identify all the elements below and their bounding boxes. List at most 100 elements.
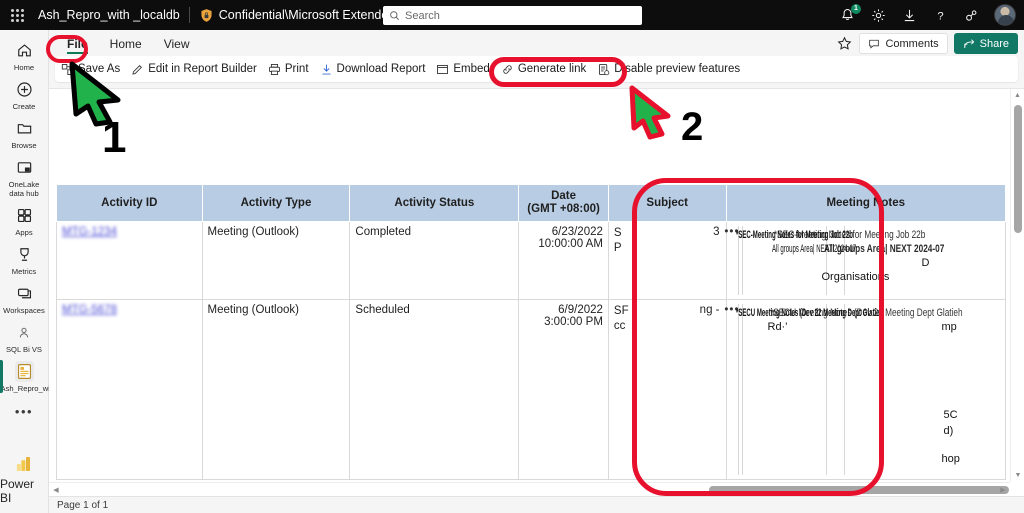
sidebar-item-create[interactable]: Create <box>0 75 49 114</box>
sidebar-item-label: Apps <box>15 228 33 237</box>
notes-fragment: D <box>921 257 930 269</box>
cell-date: 6/9/2022 3:00:00 PM <box>518 299 609 480</box>
sidebar-more-button[interactable]: ••• <box>15 396 33 427</box>
report-canvas: Activity ID Activity Type Activity Statu… <box>49 88 1024 513</box>
tab-file[interactable]: File <box>57 33 98 54</box>
column-header-activity-status[interactable]: Activity Status <box>349 184 520 222</box>
trophy-icon <box>16 244 33 265</box>
embed-icon <box>437 64 449 74</box>
favorite-star-icon[interactable] <box>835 35 853 53</box>
cell-activity-id[interactable]: MTG-1234 <box>56 221 203 300</box>
share-label: Share <box>979 37 1009 50</box>
link-icon <box>503 64 512 74</box>
save-as-label: Save As <box>78 63 121 75</box>
activity-id-link[interactable]: MTG-1234 <box>62 226 117 238</box>
sidebar-item-sql-bi-vs[interactable]: SQL Bi VS <box>0 318 49 357</box>
avatar[interactable] <box>994 4 1016 26</box>
help-icon[interactable]: ? <box>932 7 949 24</box>
horizontal-scrollbar[interactable]: ◀ ▶ <box>49 482 1010 496</box>
download-icon[interactable] <box>901 7 918 24</box>
scroll-left-arrow-icon[interactable]: ◀ <box>49 486 63 494</box>
notes-fragment: d) <box>943 425 954 437</box>
cell-subject: S P 3 ••• <box>607 221 738 300</box>
comments-label: Comments <box>885 37 939 50</box>
activity-table: Activity ID Activity Type Activity Statu… <box>56 184 1006 480</box>
sidebar-item-workspaces[interactable]: Workspaces <box>0 279 49 318</box>
app-name-label[interactable]: Ash_Repro_with _localdb <box>38 8 180 22</box>
search-placeholder: Search <box>405 9 440 22</box>
sidebar-footer: Power BI <box>0 454 48 513</box>
comment-icon <box>869 39 880 49</box>
sidebar-item-onelake-data-hub[interactable]: OneLake data hub <box>0 153 49 201</box>
scroll-right-arrow-icon[interactable]: ▶ <box>996 486 1010 494</box>
column-header-subject[interactable]: Subject <box>607 184 727 222</box>
cell-activity-status: Scheduled <box>349 299 520 480</box>
sidebar-item-home[interactable]: Home <box>0 36 49 75</box>
column-header-meeting-notes[interactable]: Meeting Notes <box>725 184 1006 222</box>
horizontal-scrollbar-thumb[interactable] <box>709 485 1009 494</box>
activity-id-link[interactable]: MTG-5678 <box>62 304 117 316</box>
date-line2: 3:00:00 PM <box>544 316 603 328</box>
date-line2: 10:00:00 AM <box>538 238 603 250</box>
ribbon: File Home View Save As Edit in Report Bu… <box>49 30 1024 88</box>
sensitivity-label-text: Confidential\Microsoft Extended <box>218 8 396 22</box>
disable-preview-features-label: Disable preview features <box>614 63 741 75</box>
edit-in-report-builder-button[interactable]: Edit in Report Builder <box>131 63 257 76</box>
notification-badge: 1 <box>851 3 861 14</box>
scroll-down-arrow-icon[interactable]: ▼ <box>1011 469 1024 482</box>
table-row: MTG-1234 Meeting (Outlook) Completed 6/2… <box>56 221 1006 300</box>
tab-view[interactable]: View <box>154 33 200 54</box>
folder-icon <box>16 118 33 139</box>
pencil-icon <box>132 64 143 75</box>
column-header-date[interactable]: Date (GMT +08:00) <box>518 184 609 222</box>
generate-link-button[interactable]: Generate link <box>501 63 586 76</box>
scroll-up-arrow-icon[interactable]: ▲ <box>1011 89 1024 102</box>
search-input[interactable]: Search <box>383 6 642 25</box>
cell-activity-status: Completed <box>349 221 520 300</box>
date-line1: 6/23/2022 <box>551 226 603 238</box>
cell-date: 6/23/2022 10:00:00 AM <box>518 221 609 300</box>
notes-fragment: mp <box>941 321 957 333</box>
printer-icon <box>268 63 280 75</box>
sidebar-item-label: Browse <box>11 141 37 150</box>
date-header-line1: Date <box>551 190 577 202</box>
cell-activity-id[interactable]: MTG-5678 <box>56 299 203 480</box>
share-button[interactable]: Share <box>953 33 1018 54</box>
sidebar-item-label: Ash_Repro_with... <box>0 384 63 393</box>
notes-fragment: Organisations <box>821 271 890 283</box>
page-indicator: Page 1 of 1 <box>57 499 109 511</box>
sidebar-item-ash-repro-with[interactable]: Ash_Repro_with... <box>0 357 63 396</box>
sidebar-item-apps[interactable]: Apps <box>0 201 49 240</box>
save-as-button[interactable]: Save As <box>61 63 120 76</box>
print-button[interactable]: Print <box>268 63 309 76</box>
download-report-button[interactable]: Download Report <box>320 63 425 76</box>
comments-button[interactable]: Comments <box>859 33 948 54</box>
tab-home[interactable]: Home <box>100 33 152 54</box>
top-bar-actions: 1 ? <box>839 0 1016 30</box>
sidebar-item-label: Home <box>13 63 35 72</box>
date-header-line2: (GMT +08:00) <box>527 203 600 215</box>
table-row: MTG-5678 Meeting (Outlook) Scheduled 6/9… <box>56 299 1006 480</box>
sidebar-item-label: Create <box>12 102 36 111</box>
home-icon <box>16 40 33 61</box>
disable-preview-features-button[interactable]: Disable preview features <box>597 63 740 76</box>
cell-meeting-notes: *SECU Meeting Notes (Dev 22 Meeting Dept… <box>725 299 1006 480</box>
sidebar-item-browse[interactable]: Browse <box>0 114 49 153</box>
column-header-activity-id[interactable]: Activity ID <box>56 184 203 222</box>
feedback-icon[interactable] <box>963 7 980 24</box>
column-header-activity-type[interactable]: Activity Type <box>201 184 351 222</box>
notes-fragment-overlap: All groups Area| NEXT 2024-07 <box>823 243 944 255</box>
sidebar-item-label: OneLake data hub <box>8 180 40 198</box>
sidebar-item-label: Metrics <box>11 267 37 276</box>
edit-in-report-builder-label: Edit in Report Builder <box>148 63 257 75</box>
app-launcher-icon[interactable] <box>0 8 34 22</box>
embed-button[interactable]: Embed <box>436 63 490 76</box>
bell-icon[interactable]: 1 <box>839 3 861 24</box>
sensitivity-label-button[interactable]: Confidential\Microsoft Extended ⌄ <box>199 8 411 23</box>
sidebar-item-metrics[interactable]: Metrics <box>0 240 49 279</box>
subject-left-text: SF cc <box>613 305 629 332</box>
vertical-scrollbar[interactable]: ▲ ▼ <box>1010 89 1024 482</box>
gear-icon[interactable] <box>870 7 887 24</box>
subject-right-text: ng - <box>699 304 720 316</box>
vertical-scrollbar-thumb[interactable] <box>1014 105 1022 233</box>
